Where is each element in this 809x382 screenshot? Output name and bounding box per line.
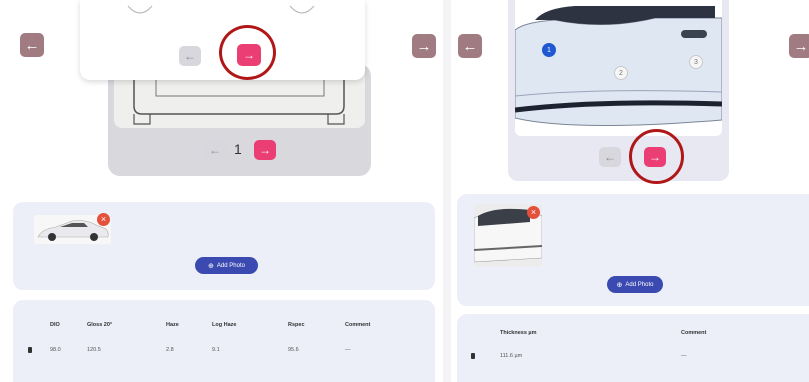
left-panel: ← 1 → ← → ← → × ⊕ Add Photo DIO Gloss 20… xyxy=(0,0,442,382)
plus-icon: ⊕ xyxy=(208,262,214,270)
hotspot-2-label: 2 xyxy=(619,69,623,77)
hotspot-1-label: 1 xyxy=(547,46,551,54)
table-header-rspec: Rspec xyxy=(288,322,305,328)
panel-divider xyxy=(443,0,451,382)
table-cell-haze: 2.8 xyxy=(166,347,174,353)
right-add-photo-label: Add Photo xyxy=(625,281,654,288)
right-nav-next-button[interactable]: → xyxy=(789,34,809,58)
table-header-dio: DIO xyxy=(50,322,60,328)
delete-row-icon[interactable] xyxy=(28,347,32,353)
table-header-thickness: Thickness µm xyxy=(500,330,537,336)
left-add-photo-label: Add Photo xyxy=(216,262,245,269)
diagram-page-number: 1 xyxy=(234,141,242,157)
table-cell-comment: — xyxy=(681,353,687,359)
table-header-log-haze: Log Haze xyxy=(212,322,237,328)
table-header-haze: Haze xyxy=(166,322,179,328)
right-nav-prev-button[interactable]: ← xyxy=(458,34,482,58)
table-cell-gloss: 120.5 xyxy=(87,347,101,353)
table-header-gloss: Gloss 20° xyxy=(87,322,113,328)
overlay-next-highlight xyxy=(219,25,276,80)
door-next-highlight xyxy=(629,129,684,184)
left-nav-prev-button[interactable]: ← xyxy=(20,33,44,57)
right-add-photo-button[interactable]: ⊕ Add Photo xyxy=(607,276,663,293)
left-add-photo-button[interactable]: ⊕ Add Photo xyxy=(195,257,258,274)
plus-icon: ⊕ xyxy=(616,281,623,289)
table-cell-thickness: 111.6 µm xyxy=(500,353,523,359)
left-table-card xyxy=(13,300,435,382)
table-cell-log-haze: 9.1 xyxy=(212,347,220,353)
hotspot-2[interactable]: 2 xyxy=(614,66,628,80)
left-photo-remove-icon[interactable]: × xyxy=(97,213,110,226)
hotspot-1[interactable]: 1 xyxy=(542,43,556,57)
overlay-prev-button[interactable]: ← xyxy=(179,46,201,66)
hotspot-3[interactable]: 3 xyxy=(689,55,703,69)
door-prev-button[interactable]: ← xyxy=(599,147,621,167)
left-nav-next-button[interactable]: → xyxy=(412,34,436,58)
table-cell-rspec: 95.6 xyxy=(288,347,299,353)
diagram-prev-button[interactable]: ← xyxy=(204,140,226,160)
overlay-car-hint xyxy=(127,5,315,14)
right-table-card xyxy=(457,314,809,382)
delete-row-icon[interactable] xyxy=(471,353,475,359)
table-header-comment: Comment xyxy=(681,330,707,336)
table-cell-dio: 98.0 xyxy=(50,347,61,353)
table-header-comment: Comment xyxy=(345,322,371,328)
diagram-next-button[interactable]: → xyxy=(254,140,276,160)
right-photo-remove-icon[interactable]: × xyxy=(527,206,540,219)
right-panel: 1 2 3 ← → ← → × ⊕ Add Photo Thickness µm… xyxy=(451,0,809,382)
hotspot-3-label: 3 xyxy=(694,58,698,66)
table-cell-comment: — xyxy=(345,347,351,353)
